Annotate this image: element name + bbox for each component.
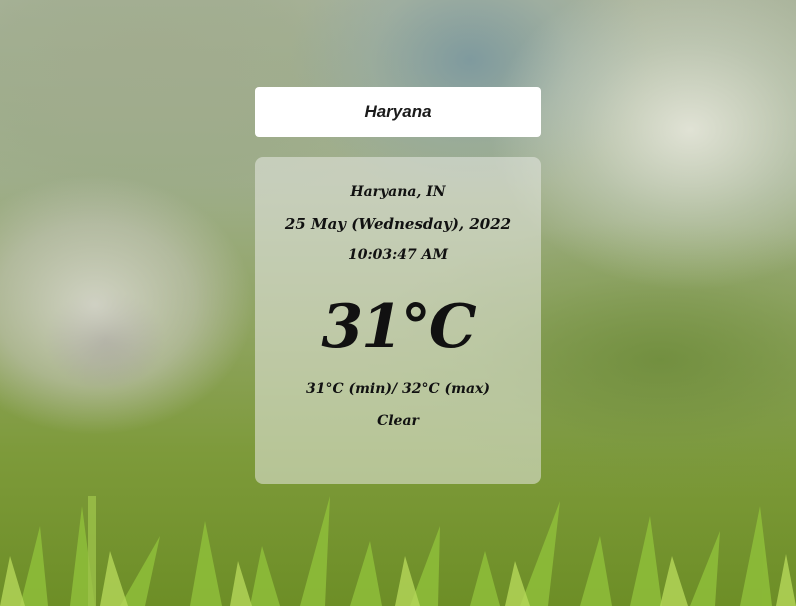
date-label: 25 May (Wednesday), 2022 [284,215,512,233]
grass-foreground [0,466,796,606]
weather-card: Haryana, IN 25 May (Wednesday), 2022 10:… [255,157,541,484]
temperature-value: 31°C [321,292,476,362]
city-search-input[interactable] [255,87,541,137]
location-label: Haryana, IN [350,184,446,200]
weather-condition: Clear [377,413,419,429]
time-label: 10:03:47 AM [347,247,449,263]
min-max-temperature: 31°C (min)/ 32°C (max) [305,381,491,397]
